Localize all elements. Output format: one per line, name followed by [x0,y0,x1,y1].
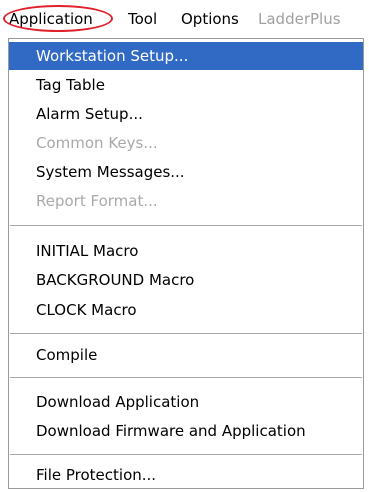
menu-item-download-firmware-application[interactable]: Download Firmware and Application [9,417,363,445]
menu-item-workstation-setup[interactable]: Workstation Setup... [9,42,363,70]
menu-item-download-application[interactable]: Download Application [9,388,363,416]
menu-separator [10,377,362,378]
menu-item-file-protection[interactable]: File Protection... [9,461,363,489]
menu-item-clock-macro[interactable]: CLOCK Macro [9,296,363,324]
menu-item-background-macro[interactable]: BACKGROUND Macro [9,266,363,294]
menu-ladderplus: LadderPlus [258,10,341,28]
menu-separator [10,454,362,455]
screenshot: Application Tool Options LadderPlus Work… [0,0,369,492]
menu-item-system-messages[interactable]: System Messages... [9,158,363,186]
menu-application[interactable]: Application [9,10,93,28]
menu-item-tag-table[interactable]: Tag Table [9,71,363,99]
menu-item-common-keys: Common Keys... [36,134,158,152]
menu-separator [10,333,362,334]
menu-item-initial-macro[interactable]: INITIAL Macro [9,237,363,265]
menu-bar: Application Tool Options LadderPlus [0,0,369,38]
menu-options[interactable]: Options [181,10,239,28]
menu-tool[interactable]: Tool [128,10,157,28]
menu-item-compile[interactable]: Compile [9,341,363,369]
menu-item-report-format: Report Format... [36,192,158,210]
application-dropdown-menu: Workstation Setup... Tag Table Alarm Set… [8,38,364,489]
menu-separator [10,225,362,226]
menu-item-alarm-setup[interactable]: Alarm Setup... [9,100,363,128]
